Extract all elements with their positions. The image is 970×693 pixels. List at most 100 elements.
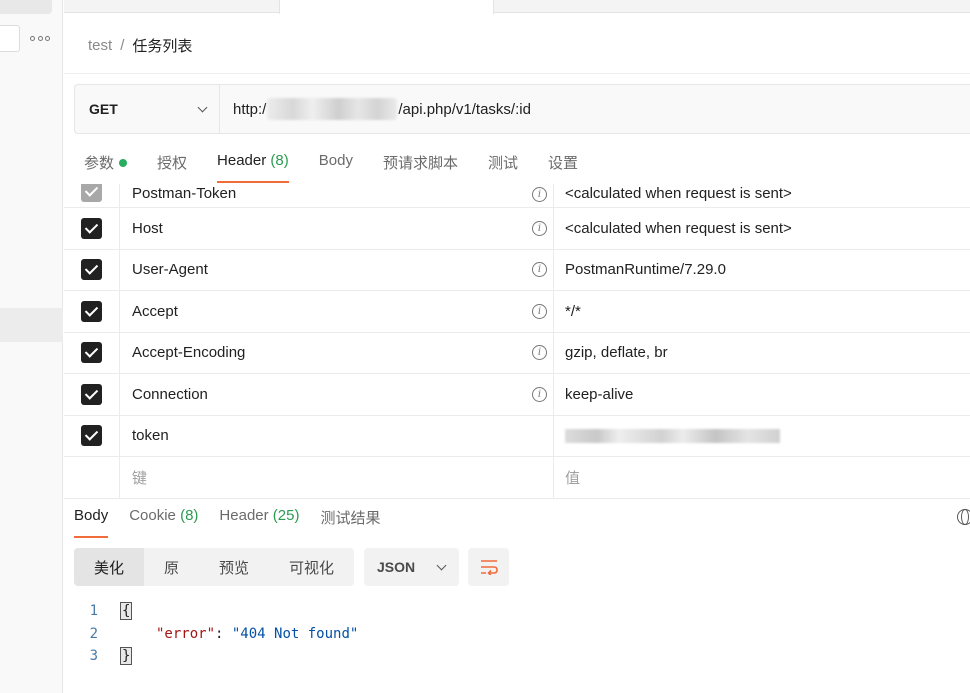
tab-label: 授权 xyxy=(157,155,188,172)
params-active-dot xyxy=(119,159,128,167)
url-input[interactable]: http:/ /api.php/v1/tasks/:id xyxy=(220,85,970,133)
sidebar-search-box[interactable] xyxy=(0,25,20,52)
tab-label: Cookie xyxy=(129,507,176,524)
info-icon[interactable]: i xyxy=(532,303,547,319)
tab-response-body[interactable]: Body xyxy=(74,507,109,538)
method-label: GET xyxy=(89,101,118,117)
method-select[interactable]: GET xyxy=(75,85,220,133)
line-number: 1 xyxy=(89,603,98,620)
tab-label: 测试结果 xyxy=(320,510,381,527)
tab-count: (25) xyxy=(272,507,300,524)
info-icon[interactable]: i xyxy=(532,386,547,402)
chevron-down-icon xyxy=(436,560,447,570)
header-checkbox[interactable] xyxy=(81,383,102,405)
breadcrumb: test / 任务列表 xyxy=(88,35,192,56)
sidebar-selected-item[interactable] xyxy=(0,308,63,342)
json-value: "404 Not found" xyxy=(231,625,359,642)
code-text: } xyxy=(120,647,133,666)
language-label: JSON xyxy=(377,559,416,575)
response-tabs: Body Cookie (8) Header (25) 测试结果 xyxy=(74,507,402,538)
header-value[interactable]: <calculated when request is sent> xyxy=(565,185,792,202)
header-key[interactable]: Accept xyxy=(132,303,178,320)
tab-headers[interactable]: Header (8) xyxy=(217,152,289,183)
new-header-row: 键 值 xyxy=(64,457,970,499)
new-key-input[interactable]: 键 xyxy=(132,467,147,488)
header-checkbox[interactable] xyxy=(81,184,102,202)
info-icon[interactable]: i xyxy=(532,262,547,278)
header-value[interactable]: */* xyxy=(565,303,581,320)
info-icon[interactable]: i xyxy=(532,345,547,361)
tab-test-results[interactable]: 测试结果 xyxy=(320,507,380,538)
header-checkbox[interactable] xyxy=(81,217,102,239)
chevron-down-icon xyxy=(197,102,208,112)
header-checkbox[interactable] xyxy=(81,300,102,322)
code-line: 2 "error": "404 Not found" xyxy=(64,623,359,646)
tab-count: (8) xyxy=(270,152,289,169)
breadcrumb-current[interactable]: 任务列表 xyxy=(132,35,192,56)
globe-icon[interactable] xyxy=(957,509,970,525)
active-request-tab[interactable] xyxy=(279,0,494,14)
code-line: 1 { xyxy=(64,600,358,623)
header-key[interactable]: Host xyxy=(132,220,163,237)
tab-body[interactable]: Body xyxy=(319,152,353,183)
tab-label: 预请求脚本 xyxy=(382,155,458,172)
header-key[interactable]: Postman-Token xyxy=(132,185,236,202)
sidebar-top-button[interactable] xyxy=(0,0,52,14)
request-tabs: 参数 授权 Header (8) Body 预请求脚本 测试 设置 xyxy=(84,152,608,183)
header-key[interactable]: token xyxy=(132,427,169,444)
header-value-redacted[interactable] xyxy=(565,428,780,443)
line-number: 2 xyxy=(89,625,98,642)
tab-label: Body xyxy=(74,507,109,524)
table-row: Accept i */* xyxy=(64,291,970,333)
tab-label: Header xyxy=(217,152,267,169)
more-options-icon[interactable] xyxy=(30,30,50,46)
info-icon[interactable]: i xyxy=(532,187,547,202)
breadcrumb-separator: / xyxy=(120,37,125,54)
url-bar: GET http:/ /api.php/v1/tasks/:id xyxy=(74,84,970,134)
json-colon: : xyxy=(215,625,232,642)
wrap-lines-button[interactable] xyxy=(468,548,509,586)
tab-pre-request-script[interactable]: 预请求脚本 xyxy=(383,152,458,183)
tab-auth[interactable]: 授权 xyxy=(157,152,187,183)
tab-label: 测试 xyxy=(487,155,518,172)
code-line: 3 } xyxy=(64,645,358,668)
visualize-button[interactable]: 可视化 xyxy=(269,548,354,586)
preview-button[interactable]: 预览 xyxy=(199,548,269,586)
language-select[interactable]: JSON xyxy=(364,548,459,586)
table-row: Postman-Token i <calculated when request … xyxy=(64,184,970,208)
tab-strip xyxy=(64,0,970,14)
header-value[interactable]: <calculated when request is sent> xyxy=(565,220,792,237)
header-checkbox[interactable] xyxy=(81,425,102,447)
url-prefix: http:/ xyxy=(233,100,267,118)
tab-response-headers[interactable]: Header (25) xyxy=(219,507,299,538)
info-icon[interactable]: i xyxy=(532,220,547,236)
new-value-input[interactable]: 值 xyxy=(565,467,580,488)
line-number: 3 xyxy=(89,648,98,665)
header-key[interactable]: User-Agent xyxy=(132,261,208,278)
header-checkbox[interactable] xyxy=(81,259,102,281)
tab-label: Body xyxy=(318,152,353,169)
header-value[interactable]: keep-alive xyxy=(565,386,633,403)
table-row: token xyxy=(64,415,970,457)
header-checkbox[interactable] xyxy=(81,342,102,364)
breadcrumb-parent[interactable]: test xyxy=(88,37,112,54)
sidebar xyxy=(0,0,63,693)
header-value[interactable]: gzip, deflate, br xyxy=(565,344,668,361)
pretty-button[interactable]: 美化 xyxy=(74,548,144,586)
header-divider xyxy=(64,73,970,74)
tab-settings[interactable]: 设置 xyxy=(548,152,578,183)
header-value[interactable]: PostmanRuntime/7.29.0 xyxy=(565,261,726,278)
wrap-icon xyxy=(480,560,498,575)
format-toggle: 美化 原 预览 可视化 xyxy=(74,548,354,586)
tab-label: 设置 xyxy=(547,155,578,172)
tab-tests[interactable]: 测试 xyxy=(488,152,518,183)
header-key[interactable]: Accept-Encoding xyxy=(132,344,245,361)
json-key: "error" xyxy=(156,625,216,642)
header-key[interactable]: Connection xyxy=(132,386,208,403)
table-row: Connection i keep-alive xyxy=(64,374,970,416)
url-redacted-host xyxy=(267,98,398,120)
tab-params[interactable]: 参数 xyxy=(84,152,128,183)
tab-response-cookies[interactable]: Cookie (8) xyxy=(129,507,198,538)
headers-table: Postman-Token i <calculated when request … xyxy=(64,184,970,499)
raw-button[interactable]: 原 xyxy=(144,548,199,586)
